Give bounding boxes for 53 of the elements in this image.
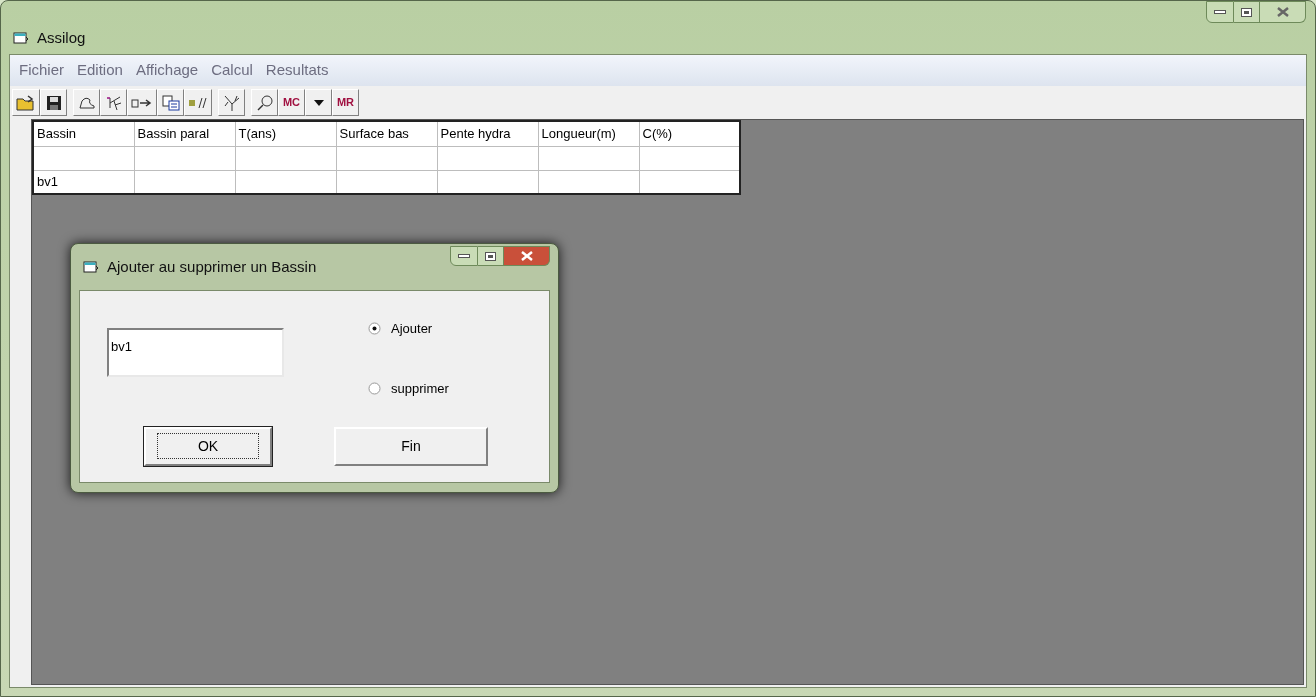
- tree-button[interactable]: [218, 89, 245, 116]
- transfer-button[interactable]: [127, 89, 157, 116]
- close-icon: [1276, 7, 1289, 17]
- maximize-icon: [1241, 7, 1252, 17]
- copy-icon: [161, 94, 180, 111]
- mr-button[interactable]: MR: [332, 89, 359, 116]
- close-icon: [520, 251, 533, 261]
- arrow-icon: [131, 96, 153, 109]
- column-header[interactable]: T(ans): [235, 121, 336, 146]
- menu-item[interactable]: Fichier: [19, 59, 64, 82]
- dropdown-button[interactable]: [305, 89, 332, 116]
- maximize-icon: [485, 251, 496, 261]
- menu-item[interactable]: Affichage: [135, 59, 199, 82]
- close-button[interactable]: [1260, 1, 1306, 23]
- hatch-button[interactable]: [184, 89, 212, 116]
- window-icon: [13, 31, 29, 46]
- basin-button[interactable]: [73, 89, 100, 116]
- column-header[interactable]: Bassin: [33, 121, 134, 146]
- branch-icon: [104, 94, 123, 111]
- minimize-button[interactable]: [450, 246, 478, 266]
- minimize-button[interactable]: [1206, 1, 1234, 23]
- name-field[interactable]: bv1: [107, 328, 284, 377]
- outline-shape-icon: [77, 95, 96, 110]
- window-title: Assilog: [37, 28, 86, 48]
- network-button[interactable]: [100, 89, 127, 116]
- mc-button[interactable]: MC: [278, 89, 305, 116]
- dialog-button[interactable]: Fin: [334, 427, 488, 466]
- radio-option[interactable]: supprimer: [368, 378, 449, 398]
- column-header[interactable]: Surface bas: [336, 121, 437, 146]
- zoom-button[interactable]: [251, 89, 278, 116]
- close-button[interactable]: [504, 246, 550, 266]
- branch-icon: [222, 93, 241, 112]
- menu-item[interactable]: Edition: [77, 59, 123, 82]
- radio-option[interactable]: Ajouter: [368, 319, 449, 339]
- magnifier-icon: [255, 93, 274, 112]
- dialog-button[interactable]: OK: [144, 427, 272, 466]
- menu-item[interactable]: Resultats: [265, 59, 329, 82]
- column-header[interactable]: Pente hydra: [437, 121, 538, 146]
- minimize-icon: [1214, 10, 1226, 14]
- hatch-lines-icon: [188, 96, 208, 109]
- window-icon: [83, 260, 99, 275]
- copy-button[interactable]: [157, 89, 184, 116]
- caret-icon: [313, 99, 324, 106]
- menu-item[interactable]: Calcul: [211, 59, 253, 82]
- minimize-icon: [458, 254, 470, 258]
- maximize-button[interactable]: [1234, 1, 1260, 23]
- folder-icon: [16, 94, 36, 111]
- column-header[interactable]: Bassin paral: [134, 121, 235, 146]
- open-button[interactable]: [12, 89, 40, 116]
- column-header[interactable]: Longueur(m): [538, 121, 639, 146]
- dialog-title: Ajouter au supprimer un Bassin: [107, 257, 317, 277]
- maximize-button[interactable]: [478, 246, 504, 266]
- save-button[interactable]: [40, 89, 67, 116]
